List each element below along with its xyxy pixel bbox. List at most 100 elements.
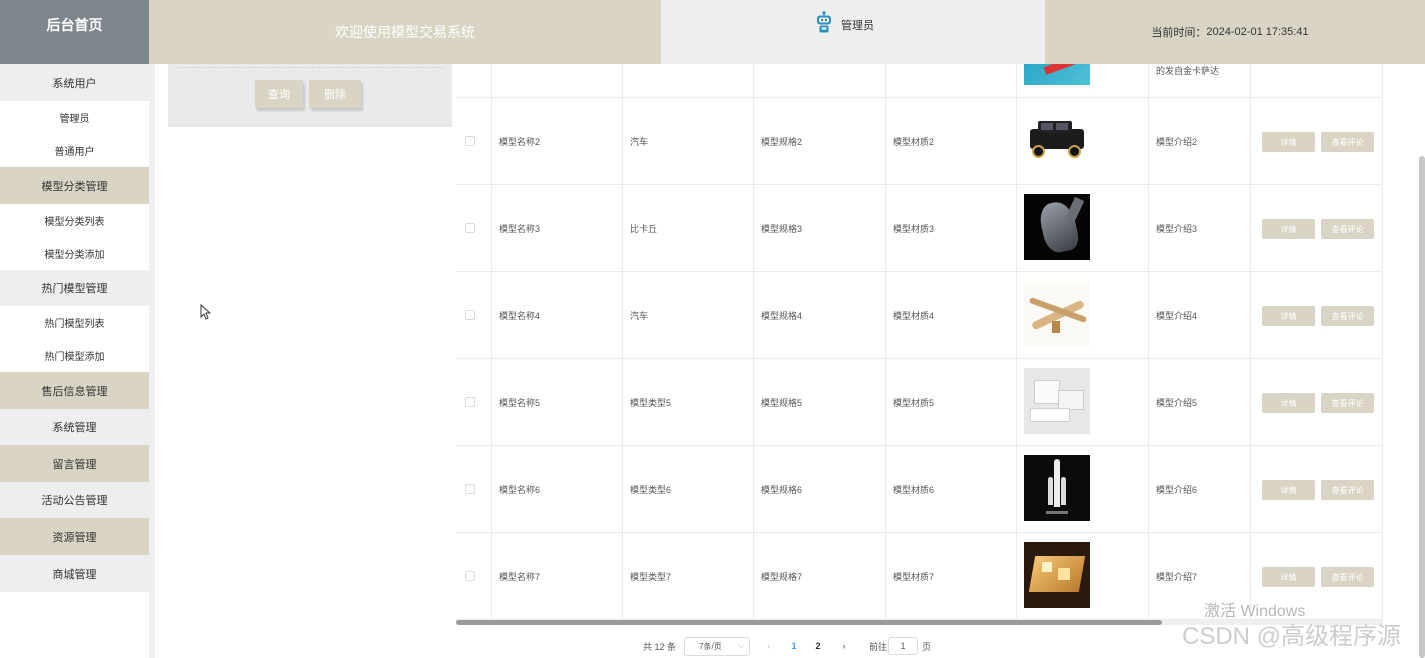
username-label: 管理员 bbox=[841, 20, 874, 32]
sidebar-item[interactable]: 系统管理 bbox=[0, 409, 149, 445]
type-cell: 汽车 bbox=[623, 98, 754, 184]
view-reviews-button[interactable]: 查看评论 bbox=[1321, 132, 1374, 152]
sidebar-item[interactable]: 资源管理 bbox=[0, 518, 149, 555]
sidebar-item[interactable]: 热门模型列表 bbox=[0, 306, 149, 339]
helmet-model-image bbox=[1024, 194, 1090, 260]
spec-cell: 模型规格7 bbox=[754, 533, 886, 619]
wooden-airplane-model-image bbox=[1024, 281, 1090, 347]
row-checkbox[interactable] bbox=[465, 136, 475, 146]
detail-button[interactable]: 详情 bbox=[1262, 393, 1315, 413]
sidebar-item[interactable]: 留言管理 bbox=[0, 445, 149, 482]
architecture-model-image bbox=[1024, 368, 1090, 434]
sidebar-item[interactable]: 系统用户 bbox=[0, 64, 149, 101]
name-cell: 模型名称6 bbox=[492, 446, 623, 532]
material-text: 模型材质5 bbox=[893, 397, 935, 408]
view-reviews-button[interactable]: 查看评论 bbox=[1321, 393, 1374, 413]
row-checkbox[interactable] bbox=[465, 223, 475, 233]
time-label: 当前时间： bbox=[1151, 27, 1207, 39]
spec-text: 模型规格7 bbox=[761, 571, 803, 582]
row-checkbox[interactable] bbox=[465, 484, 475, 494]
sidebar-divider bbox=[149, 64, 155, 658]
table-row: 模型名称6 模型类型6 模型规格6 模型材质6 模型介绍6 详情 查看评论 bbox=[456, 446, 1383, 533]
sidebar-item[interactable]: 模型分类列表 bbox=[0, 204, 149, 237]
name-text: 模型名称4 bbox=[499, 310, 541, 321]
sidebar-item[interactable]: 商城管理 bbox=[0, 555, 149, 592]
page-size-value: 7条/页 bbox=[699, 642, 722, 651]
table-row-partial: 的发自金卡萨达 bbox=[456, 64, 1383, 98]
sidebar: 系统用户 管理员 普通用户 模型分类管理 模型分类列表 模型分类添加 热门模型管理 热门模型列… bbox=[0, 64, 149, 658]
detail-button[interactable]: 详情 bbox=[1262, 567, 1315, 587]
sidebar-item[interactable]: 热门模型管理 bbox=[0, 270, 149, 306]
detail-button[interactable]: 详情 bbox=[1262, 306, 1315, 326]
actions-cell bbox=[1251, 64, 1383, 97]
delete-button[interactable]: 删除 bbox=[309, 80, 361, 108]
material-cell: 模型材质5 bbox=[886, 359, 1017, 445]
sidebar-item[interactable]: 活动公告管理 bbox=[0, 482, 149, 518]
csdn-watermark: CSDN @高级程序源 bbox=[1182, 623, 1402, 650]
mouse-cursor-icon bbox=[200, 304, 211, 320]
sidebar-item[interactable]: 模型分类添加 bbox=[0, 237, 149, 270]
table-row: 模型名称3 比卡丘 模型规格3 模型材质3 模型介绍3 详情 查看评论 bbox=[456, 185, 1383, 272]
type-cell bbox=[623, 64, 754, 97]
sidebar-item[interactable]: 模型分类管理 bbox=[0, 167, 149, 204]
horizontal-scrollbar[interactable] bbox=[456, 620, 1162, 625]
query-button[interactable]: 查询 bbox=[255, 80, 303, 108]
table-row: 模型名称2 汽车 模型规格2 模型材质2 模型介绍2 详情 查看评论 bbox=[456, 98, 1383, 185]
next-page-button[interactable]: › bbox=[838, 637, 850, 655]
detail-button[interactable]: 详情 bbox=[1262, 219, 1315, 239]
type-text: 汽车 bbox=[630, 310, 649, 321]
view-reviews-button[interactable]: 查看评论 bbox=[1321, 480, 1374, 500]
sidebar-item[interactable]: 普通用户 bbox=[0, 134, 149, 167]
view-reviews-button[interactable]: 查看评论 bbox=[1321, 306, 1374, 326]
image-cell bbox=[1017, 64, 1149, 97]
material-cell: 模型材质2 bbox=[886, 98, 1017, 184]
page-size-select[interactable]: 7条/页 ⌵ bbox=[684, 637, 750, 656]
time-value: 2024-02-01 17:35:41 bbox=[1206, 26, 1309, 38]
top-header: 后台首页 欢迎使用模型交易系统 管理员 当前时间： 2024-02-01 17:… bbox=[0, 0, 1425, 64]
view-reviews-button[interactable]: 查看评论 bbox=[1321, 219, 1374, 239]
intro-text: 模型介绍4 bbox=[1156, 310, 1198, 321]
intro-text: 模型介绍3 bbox=[1156, 223, 1198, 234]
goto-page-input[interactable]: 1 bbox=[888, 637, 918, 655]
toy-model-image bbox=[1024, 64, 1090, 85]
type-cell: 模型类型5 bbox=[623, 359, 754, 445]
sidebar-item[interactable]: 热门模型添加 bbox=[0, 339, 149, 372]
material-text: 模型材质4 bbox=[893, 310, 935, 321]
spec-text: 模型规格2 bbox=[761, 136, 803, 147]
user-area[interactable]: 管理员 bbox=[661, 0, 1045, 64]
model-table: 的发自金卡萨达 模型名称2 汽车 模型规格2 模型材质2 模型介绍2 详情 查看评论 模型名称… bbox=[456, 64, 1383, 620]
table-row: 模型名称4 汽车 模型规格4 模型材质4 模型介绍4 详情 查看评论 bbox=[456, 272, 1383, 359]
row-checkbox[interactable] bbox=[465, 397, 475, 407]
page-2-button[interactable]: 2 bbox=[812, 637, 824, 655]
divider bbox=[178, 67, 444, 68]
sidebar-item[interactable]: 管理员 bbox=[0, 101, 149, 134]
vertical-scrollbar[interactable] bbox=[1419, 156, 1425, 658]
spec-text: 模型规格5 bbox=[761, 397, 803, 408]
name-cell: 模型名称7 bbox=[492, 533, 623, 619]
spec-cell: 模型规格4 bbox=[754, 272, 886, 358]
spec-text: 模型规格6 bbox=[761, 484, 803, 495]
prev-page-button[interactable]: ‹ bbox=[763, 637, 775, 655]
rocket-model-image bbox=[1024, 455, 1090, 521]
goto-label: 前往 bbox=[869, 641, 888, 652]
page-suffix: 页 bbox=[922, 641, 932, 652]
checkbox-cell bbox=[456, 64, 492, 97]
building-model-image bbox=[1024, 542, 1090, 608]
intro-cell: 模型介绍2 bbox=[1149, 98, 1251, 184]
type-cell: 模型类型7 bbox=[623, 533, 754, 619]
row-checkbox[interactable] bbox=[465, 571, 475, 581]
home-link[interactable]: 后台首页 bbox=[0, 0, 149, 64]
sidebar-item[interactable]: 售后信息管理 bbox=[0, 372, 149, 409]
material-text: 模型材质6 bbox=[893, 484, 935, 495]
page-1-button[interactable]: 1 bbox=[788, 637, 800, 655]
robot-avatar-icon bbox=[817, 11, 831, 33]
type-text: 比卡丘 bbox=[630, 223, 658, 234]
row-checkbox[interactable] bbox=[465, 310, 475, 320]
material-cell: 模型材质7 bbox=[886, 533, 1017, 619]
view-reviews-button[interactable]: 查看评论 bbox=[1321, 567, 1374, 587]
detail-button[interactable]: 详情 bbox=[1262, 480, 1315, 500]
name-cell bbox=[492, 64, 623, 97]
detail-button[interactable]: 详情 bbox=[1262, 132, 1315, 152]
intro-cell: 模型介绍6 bbox=[1149, 446, 1251, 532]
type-text: 模型类型7 bbox=[630, 571, 672, 582]
